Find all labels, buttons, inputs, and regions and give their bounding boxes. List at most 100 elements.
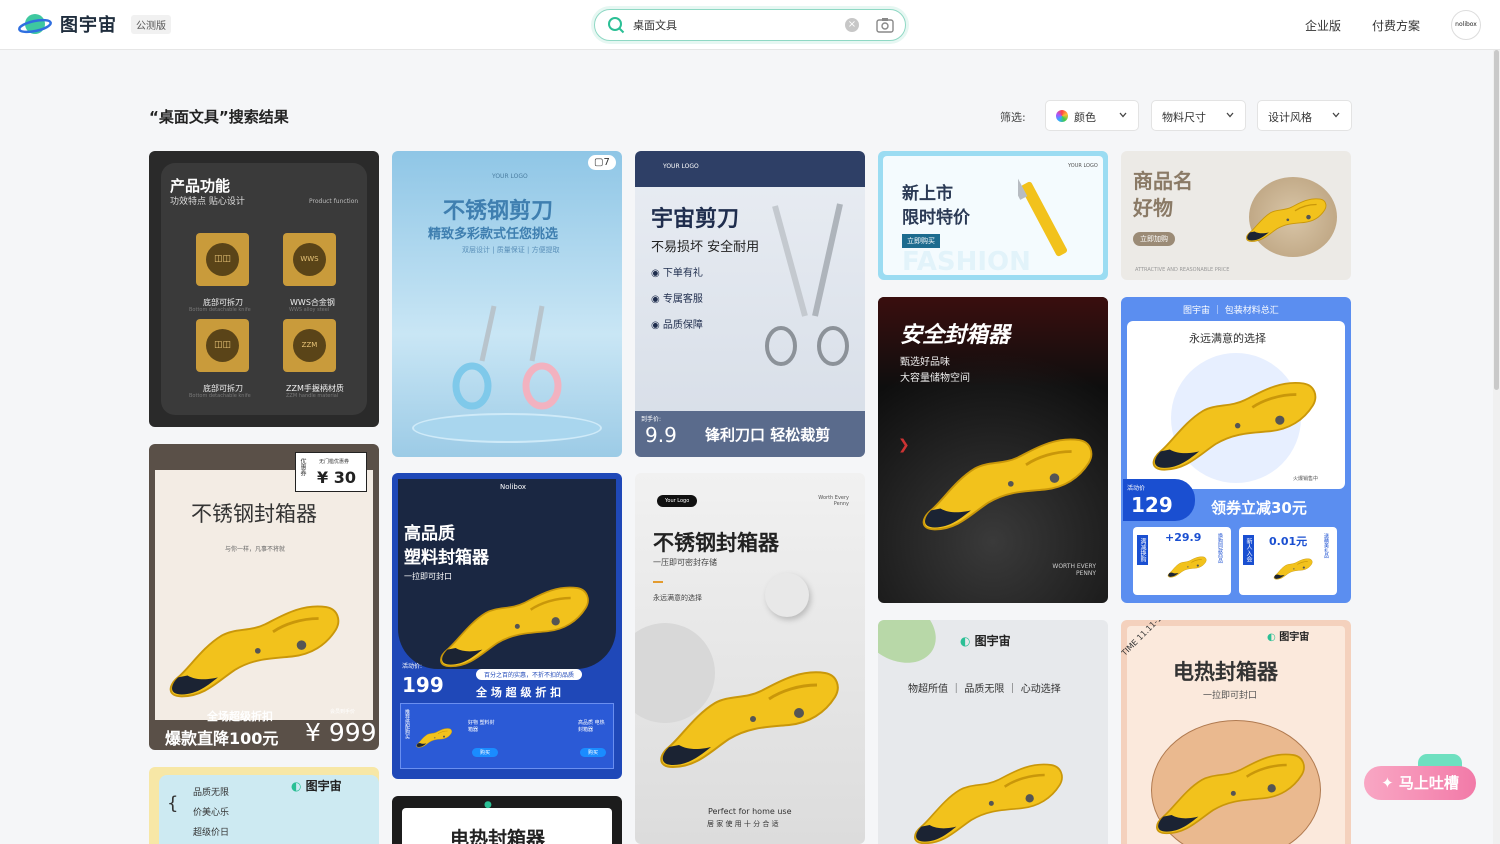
card-logo: Your Logo xyxy=(657,495,698,507)
chevron-down-icon xyxy=(1332,112,1340,118)
card-title: 塑料封箱器 xyxy=(404,548,489,568)
card-title: 好物 xyxy=(1133,196,1173,220)
planet-logo-icon: ◐ xyxy=(960,634,971,648)
add-cart-button: 立即加购 xyxy=(1133,232,1175,246)
logo-text: 图宇宙 xyxy=(305,779,342,793)
card-tagline: 物超所值 ｜ 品质无限 ｜ 心动选择 xyxy=(908,684,1061,695)
buy-button: 立即购买 xyxy=(902,234,940,248)
template-card-steel-scissors[interactable]: ▢7 YOUR LOGO 不锈钢剪刀 精致多彩款式任您挑选 双层设计 | 质量保… xyxy=(392,151,622,457)
knife-image xyxy=(912,415,1102,545)
knife-image xyxy=(424,573,604,673)
knife-image xyxy=(159,590,349,704)
card-title: 限时特价 xyxy=(902,208,970,228)
knife-image xyxy=(898,750,1078,844)
feedback-button[interactable]: ✦ 马上吐槽 xyxy=(1364,766,1476,800)
app-logo[interactable]: 图宇宙 公测版 xyxy=(18,11,171,37)
search-icon[interactable] xyxy=(607,16,625,34)
planet-logo-icon: ● xyxy=(484,800,492,810)
page-scrollbar[interactable] xyxy=(1493,50,1500,844)
card-subtitle: 一压即可密封存储 xyxy=(653,558,717,567)
coupon-tag: 无门槛优惠券 xyxy=(319,459,350,465)
card-title: 新上市 xyxy=(902,184,953,204)
brand-text: Worth Every Penny xyxy=(818,495,849,507)
page-count-badge: ▢7 xyxy=(588,155,616,170)
knife-image xyxy=(414,725,454,749)
template-card-heat-sealer[interactable]: ◐ 图宇宙 TIME 11.11-11.20 电热封箱器 一拉即可封口 xyxy=(1121,620,1351,844)
service-icon: ◉ xyxy=(651,294,660,305)
card-subtitle: 功效特点 贴心设计 xyxy=(170,197,245,207)
scrollbar-thumb[interactable] xyxy=(1494,50,1499,390)
slogan: 锋利刀口 轻松裁剪 xyxy=(705,426,831,444)
sparkle-icon: ✦ xyxy=(1381,774,1394,792)
card-logo: YOUR LOGO xyxy=(492,173,528,180)
filter-style-label: 设计风格 xyxy=(1268,111,1312,124)
card-title: 宇宙剪刀 xyxy=(651,207,740,232)
filter-color[interactable]: 颜色 xyxy=(1045,100,1139,131)
price: 9.9 xyxy=(645,423,677,447)
feature-en: WWS alloy steel xyxy=(289,307,330,313)
card-line: 超级价日 xyxy=(193,828,230,838)
feature-icon: ◫◫ xyxy=(206,329,239,362)
enterprise-link[interactable]: 企业版 xyxy=(1305,17,1341,34)
template-card-product-name[interactable]: 商品名 好物 立即加购 ATTRACTIVE AND REASONABLE PR… xyxy=(1121,151,1351,280)
card-subtitle: 精致多彩款式任您挑选 xyxy=(428,227,559,242)
offer-tag: 换购同款商品 xyxy=(1217,533,1223,563)
knife-image xyxy=(1139,367,1329,477)
card-line: 价美心乐 xyxy=(193,808,230,818)
template-card-safety-sealer[interactable]: 安全封箱器 甄选好品味 大容量储物空间 ❯ WORTH EVERY PENNY xyxy=(878,297,1108,603)
template-card-new-arrival[interactable]: 新上市 限时特价 立即购买 YOUR LOGO FASHION xyxy=(878,151,1108,280)
template-card-heat-sealer-dark[interactable]: ● 电热封箱器 xyxy=(392,796,622,844)
page-count: 7 xyxy=(603,157,610,168)
search-bar[interactable]: × xyxy=(594,9,906,41)
background-word: FASHION xyxy=(902,247,1031,277)
feature-item: ◉ 专属客服 xyxy=(651,290,703,305)
clear-search-icon[interactable]: × xyxy=(845,18,859,32)
template-card-value[interactable]: ◐ 图宇宙 物超所值 ｜ 品质无限 ｜ 心动选择 xyxy=(878,620,1108,844)
chevron-down-icon xyxy=(1119,112,1127,118)
card-footnote: ATTRACTIVE AND REASONABLE PRICE xyxy=(1135,267,1230,273)
camera-icon[interactable] xyxy=(876,17,894,33)
filter-style[interactable]: 设计风格 xyxy=(1257,100,1352,131)
thumbs-up-icon: ◉ xyxy=(651,320,660,331)
avatar[interactable]: nolibox xyxy=(1451,10,1481,40)
side-label: 推荐搭配购买 xyxy=(404,709,410,739)
filter-color-label: 颜色 xyxy=(1074,111,1096,124)
card-logo: ◐ 图宇宙 xyxy=(291,777,342,794)
vip-label: 会员到手价 xyxy=(330,709,356,715)
discount-text: 爆款直降100元 xyxy=(165,729,279,748)
gift-icon: ◉ xyxy=(651,268,660,279)
price: 199 xyxy=(402,673,444,697)
logo-text: 图宇宙 xyxy=(974,634,1011,648)
card-title: 电热封箱器 xyxy=(450,828,546,844)
coupon-text: 领券立减30元 xyxy=(1211,499,1307,517)
template-card-packaging-collection[interactable]: 图宇宙 ｜ 包装材料总汇 永远满意的选择 火爆销售中 活动价 129 领券立减3… xyxy=(1121,297,1351,603)
deal-text: 全场超级折扣 xyxy=(207,710,273,723)
template-card-universe-scissors[interactable]: YOUR LOGO 宇宙剪刀 不易损坏 安全耐用 ◉ 下单有礼 ◉ 专属客服 ◉… xyxy=(635,151,865,457)
card-tagline: 永远满意的选择 xyxy=(653,594,702,602)
card-subtitle: 与你一样，凡事不将就 xyxy=(225,546,286,553)
template-card-steel-sealer-grey[interactable]: Your Logo Worth Every Penny 不锈钢封箱器 一压即可密… xyxy=(635,473,865,844)
logo-text: 图宇宙 xyxy=(1279,632,1310,643)
template-card-product-function[interactable]: 产品功能 功效特点 贴心设计 Product function ◫◫ 底部可拆刀… xyxy=(149,151,379,427)
feature-icon: ◫◫ xyxy=(206,243,239,276)
template-card-plastic-sealer[interactable]: Nolibox 高品质 塑料封箱器 一拉即可封口 活动价: 199 百分之百的实… xyxy=(392,473,622,779)
template-card-quality[interactable]: { 品质无限 价美心乐 超级价日 ◐ 图宇宙 xyxy=(149,767,379,844)
template-card-steel-sealer[interactable]: 优惠券 无门槛优惠券 ¥ 30 不锈钢封箱器 与你一样，凡事不将就 全场超级折扣… xyxy=(149,444,379,750)
pricing-link[interactable]: 付费方案 xyxy=(1372,17,1420,34)
search-input[interactable] xyxy=(633,15,833,35)
filter-size[interactable]: 物料尺寸 xyxy=(1151,100,1246,131)
card-title: 不锈钢剪刀 xyxy=(443,199,554,224)
offer-tag: 送精美礼品 xyxy=(1323,533,1329,558)
card-logo: ◐ 图宇宙 xyxy=(1267,628,1309,643)
card-title: 不锈钢封箱器 xyxy=(191,502,317,526)
price-label: 活动价 xyxy=(1127,485,1146,492)
price-label: 活动价: xyxy=(402,663,423,670)
price-label: 到手价: xyxy=(641,416,662,423)
coupon-value: ¥ 30 xyxy=(317,468,356,487)
card-subtitle: 不易损坏 安全耐用 xyxy=(651,240,760,255)
scissors-image xyxy=(452,305,562,410)
chevron-decor-icon: ❯ xyxy=(898,437,910,453)
card-footnote: WORTH EVERY PENNY xyxy=(1052,563,1096,577)
card-logo: Nolibox xyxy=(500,483,527,491)
app-name: 图宇宙 xyxy=(60,15,117,36)
